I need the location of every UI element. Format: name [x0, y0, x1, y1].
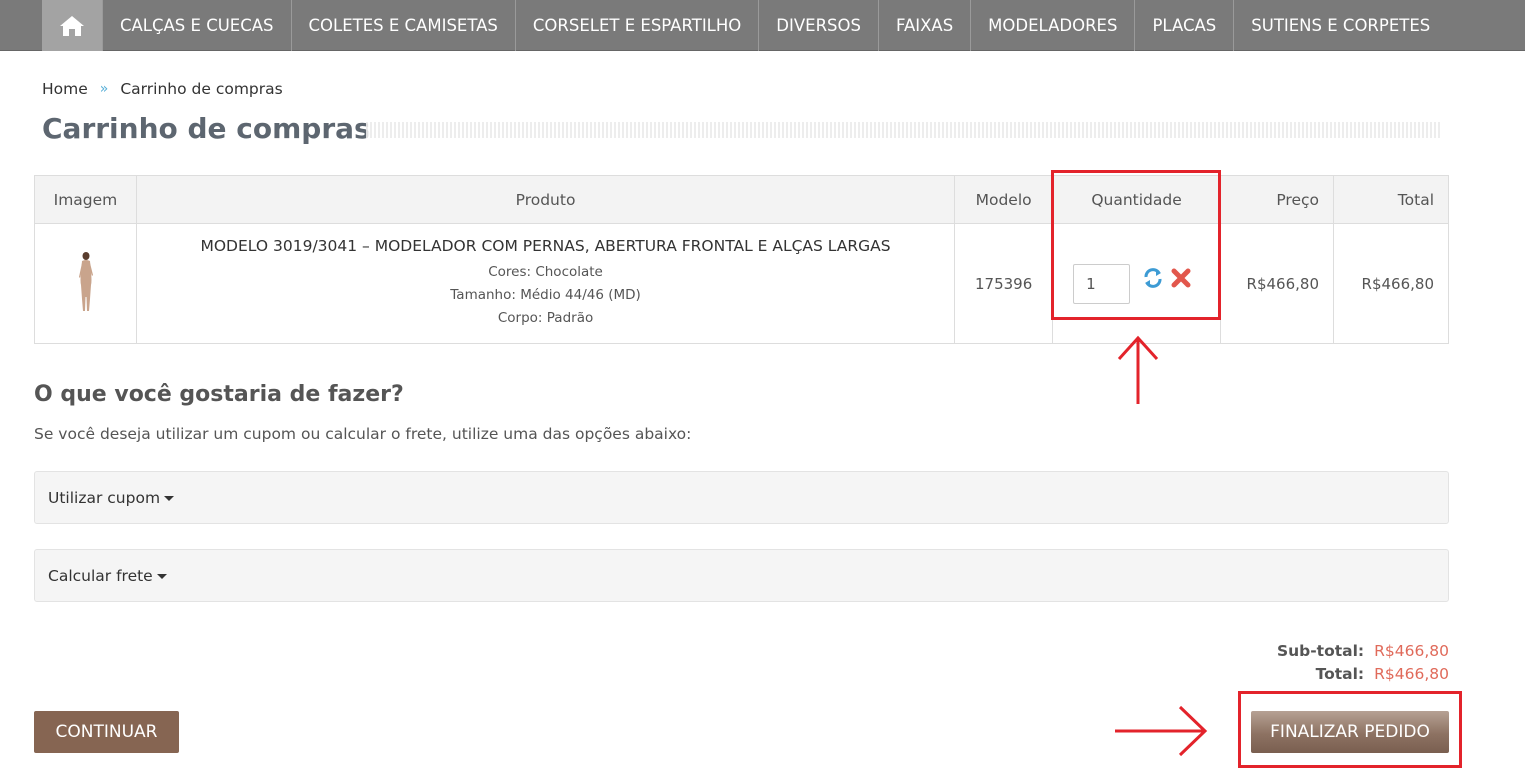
breadcrumb-home[interactable]: Home [42, 80, 88, 98]
breadcrumb-current[interactable]: Carrinho de compras [120, 80, 282, 98]
options-heading: O que você gostaria de fazer? [34, 382, 404, 407]
header-total: Total [1333, 175, 1449, 224]
total-row: Total: R$466,80 [1277, 663, 1449, 686]
top-navigation: CALÇAS E CUECAS COLETES E CAMISETAS CORS… [0, 0, 1525, 51]
subtotal-value: R$466,80 [1374, 642, 1449, 660]
continue-button[interactable]: CONTINUAR [34, 711, 179, 753]
header-model: Modelo [954, 175, 1054, 224]
total-cell: R$466,80 [1333, 223, 1449, 344]
nav-item-corselet-e-espartilho[interactable]: CORSELET E ESPARTILHO [516, 0, 760, 51]
header-product: Produto [135, 175, 956, 224]
product-thumbnail-cell [34, 223, 137, 344]
annotation-box-quantity [1051, 170, 1221, 320]
nav-item-placas[interactable]: PLACAS [1135, 0, 1235, 51]
arrow-right-icon [1115, 705, 1208, 757]
nav-item-faixas[interactable]: FAIXAS [879, 0, 972, 51]
subtotal-row: Sub-total: R$466,80 [1277, 640, 1449, 663]
product-option-color: Cores: Chocolate [488, 264, 603, 280]
cart-table: Imagem Produto Modelo Quantidade Preço T… [34, 175, 1449, 344]
nav-item-modeladores[interactable]: MODELADORES [971, 0, 1136, 51]
nav-home[interactable] [42, 0, 103, 51]
table-row: MODELO 3019/3041 – MODELADOR COM PERNAS,… [34, 223, 1449, 344]
annotation-box-finalize [1238, 691, 1462, 768]
order-totals: Sub-total: R$466,80 Total: R$466,80 [1277, 640, 1449, 686]
header-image: Imagem [34, 175, 137, 224]
use-coupon-label: Utilizar cupom [48, 488, 161, 507]
table-header-row: Imagem Produto Modelo Quantidade Preço T… [34, 175, 1449, 224]
arrow-up-icon [1117, 335, 1159, 404]
product-option-size: Tamanho: Médio 44/46 (MD) [450, 287, 641, 303]
product-cell: MODELO 3019/3041 – MODELADOR COM PERNAS,… [135, 223, 956, 344]
product-name-link[interactable]: MODELO 3019/3041 – MODELADOR COM PERNAS,… [137, 237, 954, 255]
breadcrumb: Home » Carrinho de compras [42, 80, 283, 98]
product-option-body: Corpo: Padrão [497, 310, 594, 326]
options-description: Se você deseja utilizar um cupom ou calc… [34, 425, 692, 443]
nav-item-sutiens-e-corpetes[interactable]: SUTIENS E CORPETES [1234, 0, 1447, 51]
title-decorative-rule [366, 122, 1440, 138]
page-title: Carrinho de compras [42, 112, 371, 145]
caret-down-icon [156, 574, 167, 579]
calculate-shipping-label: Calcular frete [48, 566, 153, 585]
home-icon [60, 15, 84, 36]
subtotal-label: Sub-total: [1276, 642, 1365, 660]
breadcrumb-separator: » [99, 81, 109, 97]
price-cell: R$466,80 [1220, 223, 1334, 344]
model-cell: 175396 [954, 223, 1054, 344]
nav-items: CALÇAS E CUECAS COLETES E CAMISETAS CORS… [42, 0, 1447, 51]
header-price: Preço [1220, 175, 1334, 224]
total-label: Total: [1315, 665, 1365, 683]
use-coupon-toggle[interactable]: Utilizar cupom [34, 471, 1449, 524]
nav-item-diversos[interactable]: DIVERSOS [759, 0, 879, 51]
nav-item-calcas-e-cuecas[interactable]: CALÇAS E CUECAS [103, 0, 292, 51]
caret-down-icon [164, 496, 175, 501]
total-value: R$466,80 [1374, 665, 1449, 683]
product-thumbnail[interactable] [70, 251, 100, 313]
calculate-shipping-toggle[interactable]: Calcular frete [34, 549, 1449, 602]
nav-item-coletes-e-camisetas[interactable]: COLETES E CAMISETAS [292, 0, 516, 51]
